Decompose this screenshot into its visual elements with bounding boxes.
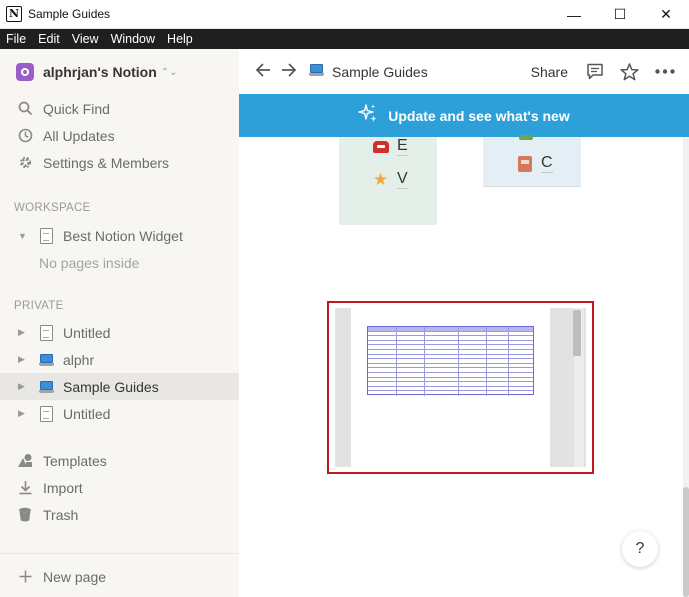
sidebar-item-untitled-2[interactable]: ▶ Untitled [0,400,239,427]
triangle-right-icon[interactable]: ▶ [18,354,28,365]
workspace-avatar [16,63,34,81]
sidebar-item-untitled[interactable]: ▶ Untitled [0,319,239,346]
menu-bar: File Edit View Window Help [0,29,689,49]
topbar-actions: Share [531,49,675,94]
share-button[interactable]: Share [531,64,568,80]
book-icon [516,155,533,172]
search-icon [17,101,33,117]
update-banner-text: Update and see what's new [388,107,570,124]
card-item-label: C [541,154,553,173]
gear-icon [17,155,33,171]
title-bar: N Sample Guides — ☐ ✕ [0,0,689,29]
shapes-icon [17,453,33,469]
sidebar-item-label: Untitled [63,324,111,341]
sidebar-import-label: Import [43,479,83,496]
maximize-button[interactable]: ☐ [597,0,643,29]
new-page-button[interactable]: New page [0,563,239,590]
sidebar-item-sample-guides[interactable]: ▶ Sample Guides [0,373,239,400]
window-title: Sample Guides [28,7,111,21]
main-scrollbar-thumb[interactable] [683,487,689,597]
notion-app-icon: N [6,6,22,22]
triangle-right-icon[interactable]: ▶ [18,381,28,392]
menu-view[interactable]: View [66,32,105,46]
card-item-c[interactable]: C [516,154,553,173]
workspace-name: alphrjan's Notion [43,64,157,80]
clock-icon [17,128,33,144]
more-options-icon[interactable] [655,69,675,74]
minimize-button[interactable]: — [551,0,597,29]
card-item-e[interactable]: E [372,137,408,156]
sidebar-quick-find[interactable]: Quick Find [0,95,239,122]
back-arrow-icon[interactable] [255,61,271,83]
laptop-icon [38,351,55,368]
triangle-right-icon[interactable]: ▶ [18,327,28,338]
no-pages-inside: No pages inside [39,255,140,271]
main-content: Sample Guides Share Update and see what'… [239,49,689,597]
forward-arrow-icon[interactable] [281,61,297,83]
sidebar-all-updates-label: All Updates [43,127,115,144]
help-button[interactable]: ? [622,531,658,567]
star-icon: ★ [372,169,389,189]
plus-icon [17,569,33,585]
workspace-switcher[interactable]: alphrjan's Notion ⌃⌄ [0,57,239,87]
star-favorite-icon[interactable] [620,62,639,81]
laptop-icon [309,63,324,81]
sidebar-item-label: Sample Guides [63,378,159,395]
close-button[interactable]: ✕ [643,0,689,29]
sidebar-item-alphr[interactable]: ▶ alphr [0,346,239,373]
sidebar-item-label: alphr [63,351,95,368]
workspace-section-label: WORKSPACE [14,202,91,214]
laptop-icon [38,378,55,395]
sidebar-item-label: Best Notion Widget [63,227,183,244]
sidebar-settings-members[interactable]: Settings & Members [0,149,239,176]
window-controls: — ☐ ✕ [551,0,689,29]
sidebar-item-label: Untitled [63,405,111,422]
sidebar-templates[interactable]: Templates [0,447,239,474]
sidebar-trash-label: Trash [43,506,79,523]
menu-file[interactable]: File [0,32,32,46]
private-section-label: PRIVATE [14,300,64,312]
card-item-label: V [397,170,408,189]
sidebar-quick-find-label: Quick Find [43,100,110,117]
top-bar: Sample Guides Share [239,49,689,94]
sidebar-settings-members-label: Settings & Members [43,154,170,171]
gallery-card-blue[interactable]: C [483,135,581,187]
highlight-box [327,301,594,474]
document-icon [38,405,55,422]
sidebar-trash[interactable]: Trash [0,501,239,528]
main-scrollbar[interactable] [683,137,689,597]
sparkle-icon [358,103,378,128]
menu-edit[interactable]: Edit [32,32,66,46]
emoji-partial-icon [519,135,533,140]
document-icon [38,324,55,341]
sidebar: alphrjan's Notion ⌃⌄ Quick Find All Upda… [0,49,239,597]
breadcrumb[interactable]: Sample Guides [332,64,428,80]
new-page-label: New page [43,568,107,585]
download-icon [17,480,33,496]
trash-icon [17,507,33,523]
sidebar-item-best-notion-widget[interactable]: ▼ Best Notion Widget [0,222,239,249]
sidebar-all-updates[interactable]: All Updates [0,122,239,149]
gallery-card-green[interactable]: E ★ V [339,137,437,225]
triangle-right-icon[interactable]: ▶ [18,408,28,419]
document-icon [38,227,55,244]
menu-window[interactable]: Window [105,32,161,46]
telephone-icon [372,138,389,155]
triangle-down-icon[interactable]: ▼ [18,231,28,241]
chevron-updown-icon: ⌃⌄ [160,66,178,78]
comment-icon[interactable] [586,63,604,80]
update-banner[interactable]: Update and see what's new [239,94,689,137]
card-item-v[interactable]: ★ V [372,170,408,189]
sidebar-templates-label: Templates [43,452,107,469]
menu-help[interactable]: Help [161,32,199,46]
sidebar-divider [0,553,239,554]
card-item-label: E [397,137,408,156]
sidebar-import[interactable]: Import [0,474,239,501]
